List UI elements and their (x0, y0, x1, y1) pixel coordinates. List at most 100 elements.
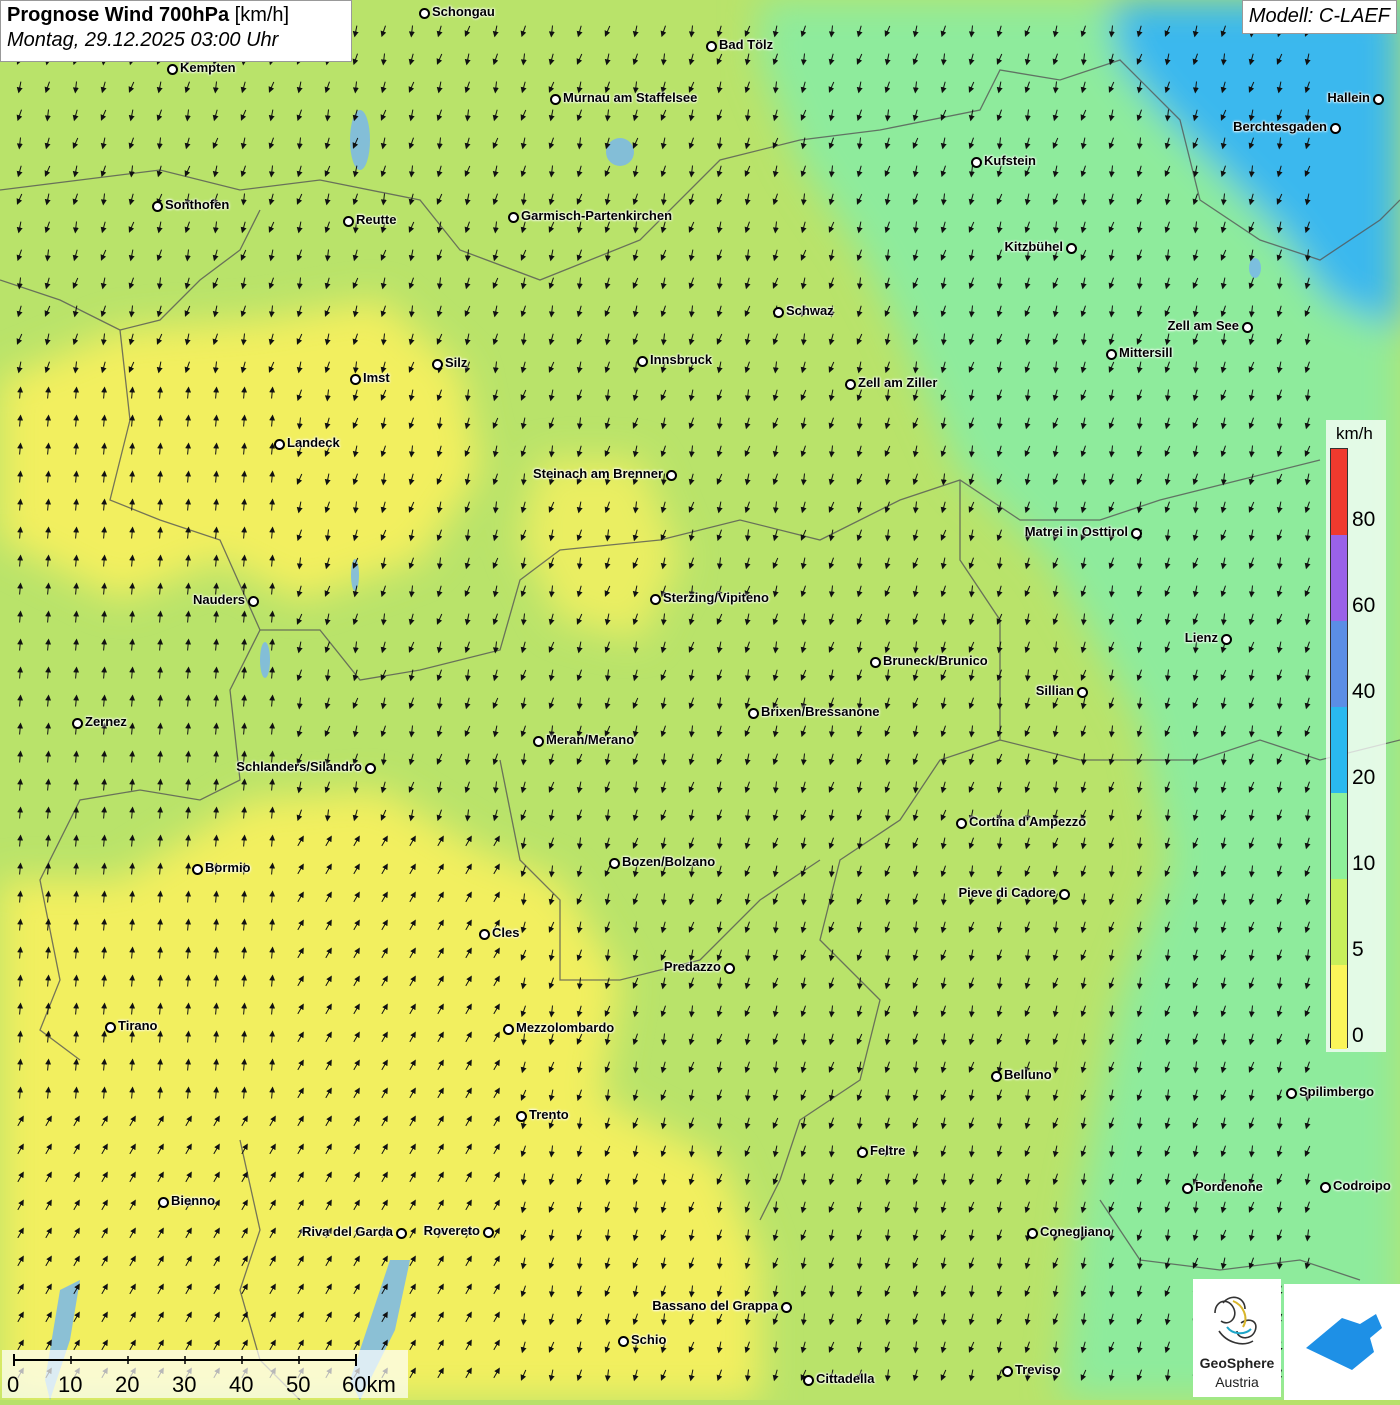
city-label: Kitzbühel (1004, 239, 1064, 254)
city-marker (1059, 889, 1070, 900)
city-label: Mittersill (1119, 345, 1173, 360)
forecast-datetime: Montag, 29.12.2025 03:00 Uhr (7, 29, 279, 51)
city-label: Kempten (180, 60, 236, 75)
city-label: Cittadella (816, 1371, 875, 1386)
city-label: Treviso (1015, 1362, 1061, 1377)
city-label: Matrei in Osttirol (1024, 524, 1128, 539)
city-marker (158, 1197, 169, 1208)
app-logo-icon (1306, 1314, 1382, 1370)
city-label: Trento (529, 1107, 569, 1122)
city-marker (637, 356, 648, 367)
city-marker (1242, 322, 1253, 333)
legend-seg-5-10 (1331, 879, 1347, 965)
city-label: Landeck (287, 435, 340, 450)
city-label: Brixen/Bressanone (761, 704, 880, 719)
scale-label-40: 40 (229, 1372, 254, 1397)
city-marker (650, 594, 661, 605)
city-marker (350, 374, 361, 385)
legend-seg-60-80 (1331, 535, 1347, 621)
app-logo (1284, 1284, 1400, 1400)
city-label: Bormio (205, 860, 251, 875)
scale-bar: 0 10 20 30 40 50 60km (2, 1350, 408, 1398)
city-marker (105, 1022, 116, 1033)
city-marker (781, 1302, 792, 1313)
geosphere-emblem-icon (1214, 1296, 1257, 1345)
legend-label-60: 60 (1352, 594, 1376, 617)
city-label: Predazzo (663, 959, 721, 974)
city-marker (748, 708, 759, 719)
legend-seg-above-80 (1331, 449, 1347, 535)
city-label: Pieve di Cadore (958, 885, 1056, 900)
city-marker (618, 1336, 629, 1347)
city-marker (609, 858, 620, 869)
city-label: Mezzolombardo (516, 1020, 615, 1035)
legend-unit: km/h (1336, 424, 1373, 443)
city-marker (192, 864, 203, 875)
scale-label-10: 10 (58, 1372, 83, 1397)
city-marker (72, 718, 83, 729)
city-label: Bozen/Bolzano (622, 854, 716, 869)
city-marker (724, 963, 735, 974)
city-label: Schongau (432, 4, 495, 19)
city-marker (1286, 1088, 1297, 1099)
city-marker (365, 763, 376, 774)
city-marker (1077, 687, 1088, 698)
legend-label-80: 80 (1352, 508, 1376, 531)
color-legend: km/h 80 60 40 20 10 5 0 (1326, 420, 1386, 1052)
city-label: Steinach am Brenner (532, 466, 663, 481)
city-marker (248, 596, 259, 607)
logo-brand-sub: Austria (1215, 1374, 1259, 1390)
city-label: Sonthofen (165, 197, 230, 212)
legend-label-20: 20 (1352, 766, 1376, 789)
city-marker (483, 1227, 494, 1238)
city-marker (503, 1024, 514, 1035)
city-label: Pordenone (1195, 1179, 1263, 1194)
scale-label-60km: 60km (342, 1372, 396, 1397)
geosphere-logo: GeoSphere Austria (1193, 1279, 1281, 1397)
city-label: Schwaz (786, 303, 834, 318)
legend-label-0: 0 (1352, 1024, 1364, 1047)
city-marker (432, 359, 443, 370)
city-marker (1131, 528, 1142, 539)
legend-label-5: 5 (1352, 938, 1364, 961)
city-marker (1027, 1228, 1038, 1239)
legend-seg-10-20 (1331, 793, 1347, 879)
city-label: Bassano del Grappa (652, 1298, 778, 1313)
city-label: Sillian (1035, 683, 1074, 698)
city-label: Schio (631, 1332, 667, 1347)
city-marker (343, 216, 354, 227)
legend-label-10: 10 (1352, 852, 1376, 875)
city-label: Tirano (118, 1018, 158, 1033)
city-marker (666, 470, 677, 481)
city-label: Berchtesgaden (1233, 119, 1327, 134)
city-marker (479, 929, 490, 940)
title-main: Prognose Wind 700hPa (7, 4, 230, 26)
city-marker (1106, 349, 1117, 360)
city-label: Murnau am Staffelsee (563, 90, 698, 105)
city-label: Bienno (171, 1193, 216, 1208)
scale-label-30: 30 (172, 1372, 197, 1397)
city-label: Reutte (356, 212, 397, 227)
legend-seg-0-5 (1331, 965, 1347, 1049)
scale-label-50: 50 (286, 1372, 311, 1397)
city-label: Garmisch-Partenkirchen (521, 208, 673, 223)
scale-ruler (13, 1354, 357, 1366)
city-label: Zell am Ziller (858, 375, 938, 390)
city-marker (396, 1228, 407, 1239)
city-marker (550, 94, 561, 105)
city-label: Schlanders/Silandro (236, 759, 362, 774)
city-marker (991, 1071, 1002, 1082)
city-label: Cles (492, 925, 520, 940)
legend-label-40: 40 (1352, 680, 1376, 703)
city-marker (1373, 94, 1384, 105)
city-marker (1182, 1183, 1193, 1194)
city-label: Spilimbergo (1299, 1084, 1375, 1099)
legend-colorbar (1330, 448, 1348, 1049)
legend-seg-40-60 (1331, 621, 1347, 707)
city-marker (1002, 1366, 1013, 1377)
city-marker (508, 212, 519, 223)
page-title: Prognose Wind 700hPa [km/h] (7, 4, 345, 27)
city-marker (516, 1111, 527, 1122)
scale-label-0: 0 (7, 1372, 20, 1397)
city-marker (870, 657, 881, 668)
